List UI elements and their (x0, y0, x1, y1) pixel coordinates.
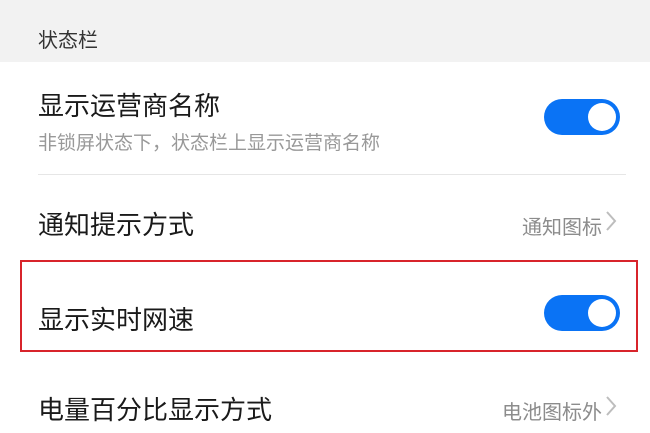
carrier-name-label: 显示运营商名称 (38, 92, 221, 122)
notification-style-value: 通知图标 (522, 215, 602, 239)
chevron-right-icon (606, 396, 617, 416)
setting-row-battery-percent[interactable]: 电量百分比显示方式 电池图标外 (0, 356, 650, 433)
chevron-right-icon (606, 211, 617, 231)
battery-percent-label: 电量百分比显示方式 (38, 396, 273, 426)
toggle-knob (588, 103, 616, 131)
carrier-name-description: 非锁屏状态下，状态栏上显示运营商名称 (38, 132, 381, 154)
section-title: 状态栏 (38, 28, 98, 52)
setting-row-notification-style[interactable]: 通知提示方式 通知图标 (0, 175, 650, 265)
section-header: 状态栏 (0, 0, 650, 62)
highlight-box (20, 260, 638, 352)
notification-style-label: 通知提示方式 (38, 211, 195, 241)
battery-percent-value: 电池图标外 (502, 400, 602, 424)
carrier-name-toggle[interactable] (544, 99, 620, 135)
setting-row-carrier-name[interactable]: 显示运营商名称 非锁屏状态下，状态栏上显示运营商名称 (0, 62, 650, 174)
